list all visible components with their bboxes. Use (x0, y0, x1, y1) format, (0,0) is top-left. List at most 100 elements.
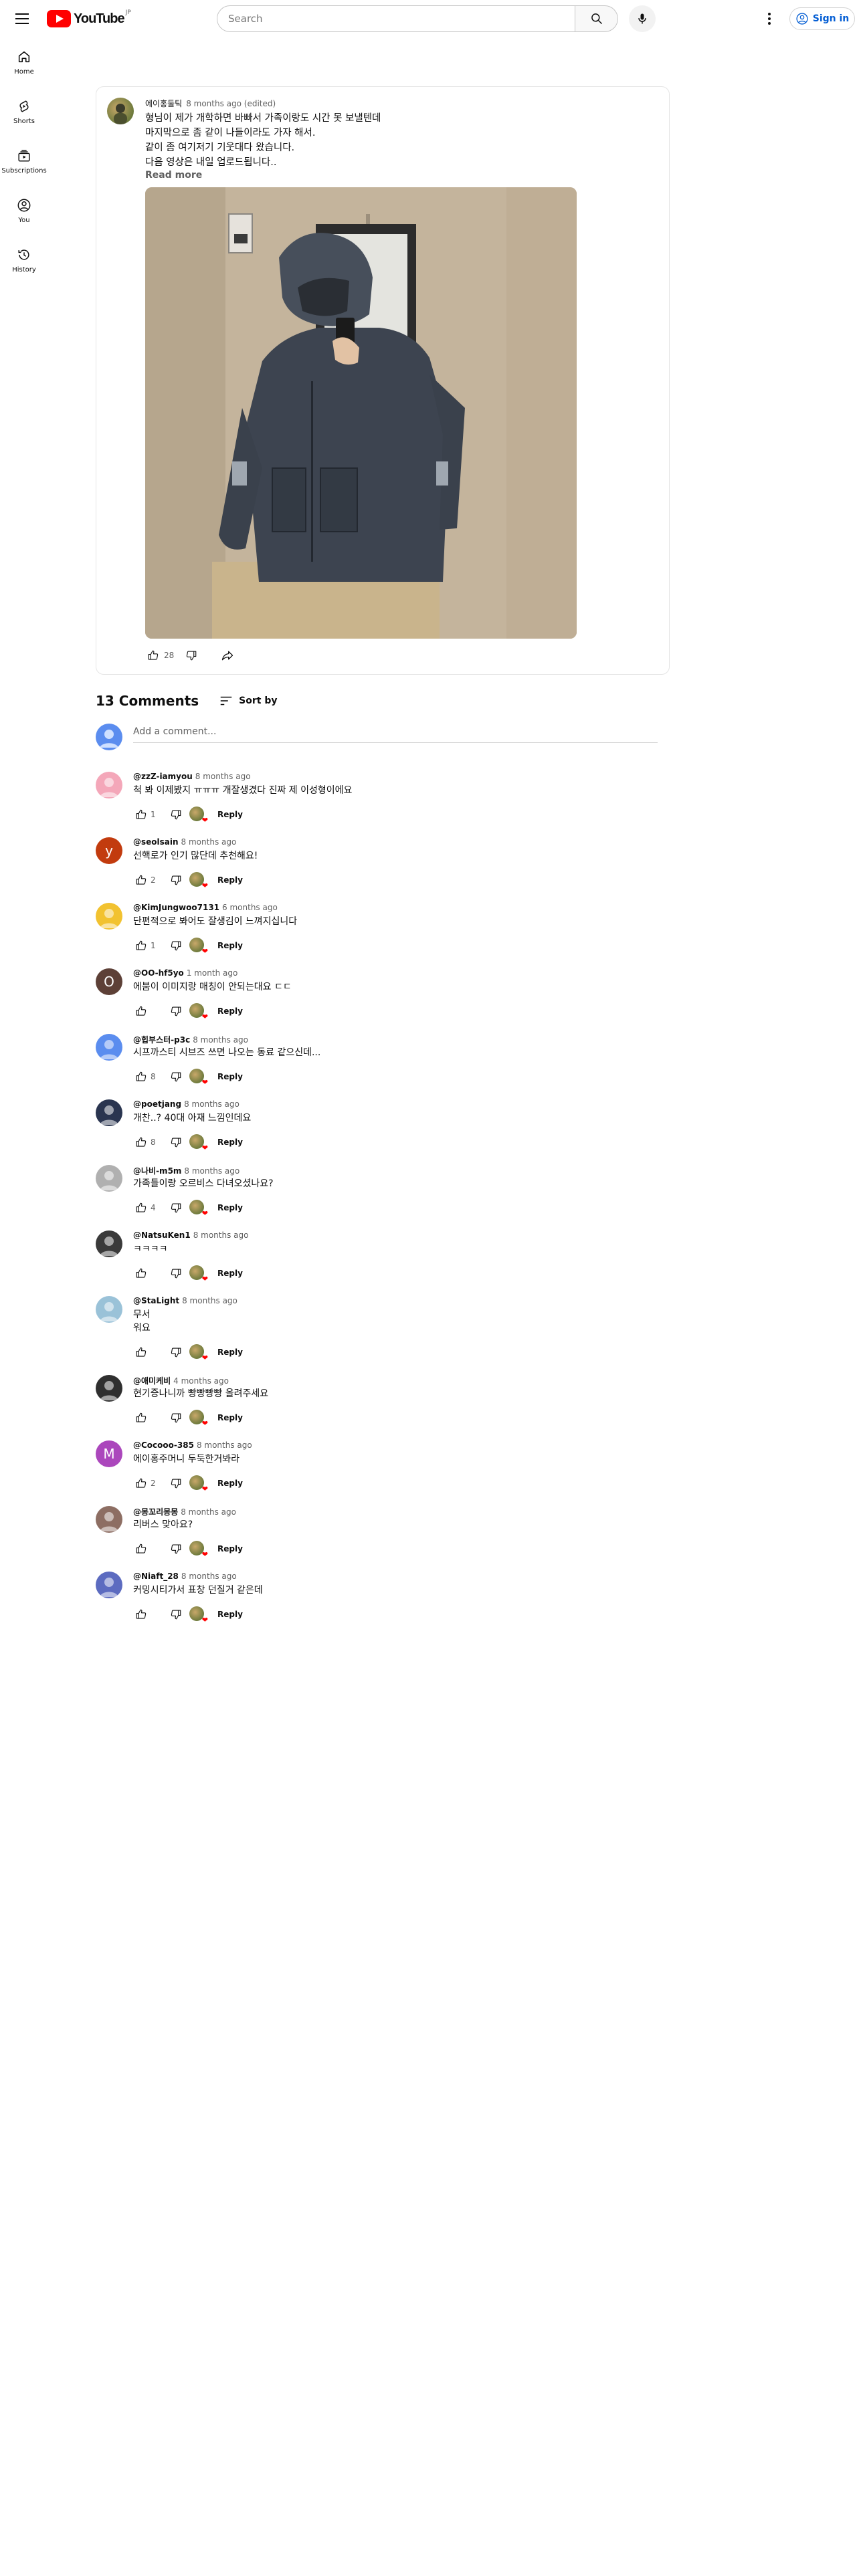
sort-by-button[interactable]: Sort by (219, 693, 278, 708)
comment-author[interactable]: @seolsain (133, 837, 179, 847)
comment-dislike-button[interactable] (168, 1134, 184, 1150)
comment-author[interactable]: @zzZ-iamyou (133, 772, 193, 781)
sidebar-item-history[interactable]: History (0, 235, 48, 285)
reply-button[interactable]: Reply (217, 1544, 243, 1553)
comment-avatar[interactable] (96, 1165, 122, 1192)
reply-button[interactable]: Reply (217, 1413, 243, 1422)
reply-button[interactable]: Reply (217, 1479, 243, 1488)
share-button[interactable] (219, 647, 235, 663)
comment-author[interactable]: @Niaft_28 (133, 1572, 179, 1581)
reply-button[interactable]: Reply (217, 1138, 243, 1147)
comment-like-button[interactable] (133, 872, 149, 888)
comment-author[interactable]: @힙부스터-p3c (133, 1035, 190, 1045)
reply-button[interactable]: Reply (217, 1072, 243, 1081)
sidebar-item-shorts[interactable]: Shorts (0, 87, 48, 136)
comment-like-button[interactable] (133, 1475, 149, 1491)
comment-time[interactable]: 8 months ago (195, 772, 251, 781)
comment-time[interactable]: 1 month ago (187, 968, 238, 978)
channel-avatar[interactable] (107, 98, 134, 124)
comment-like-button[interactable] (133, 1344, 149, 1360)
comment-dislike-button[interactable] (168, 1475, 184, 1491)
search-input[interactable]: Search (217, 5, 575, 32)
add-comment-input[interactable]: Add a comment... (133, 726, 658, 743)
comment-dislike-button[interactable] (168, 1410, 184, 1426)
post-time[interactable]: 8 months ago (edited) (186, 99, 276, 108)
comment-dislike-button[interactable] (168, 938, 184, 954)
comment-avatar[interactable] (96, 1099, 122, 1126)
comment-time[interactable]: 8 months ago (193, 1230, 249, 1240)
voice-search-button[interactable] (629, 5, 656, 32)
comment-dislike-button[interactable] (168, 1606, 184, 1622)
comment-dislike-button[interactable] (168, 1200, 184, 1216)
settings-more-icon[interactable] (760, 9, 779, 28)
menu-icon[interactable] (13, 10, 31, 27)
sign-in-button[interactable]: Sign in (789, 7, 855, 30)
comment-like-button[interactable] (133, 1134, 149, 1150)
post-author[interactable]: 에이홍둘틱 (145, 99, 182, 108)
sidebar-item-home[interactable]: Home (0, 37, 48, 87)
comment-time[interactable]: 8 months ago (184, 1166, 240, 1176)
comment-author[interactable]: @KimJungwoo7131 (133, 903, 219, 912)
comment-avatar[interactable] (96, 1572, 122, 1598)
comment-author[interactable]: @NatsuKen1 (133, 1230, 191, 1240)
reply-button[interactable]: Reply (217, 1348, 243, 1357)
comment-like-button[interactable] (133, 1606, 149, 1622)
comment-avatar[interactable]: y (96, 837, 122, 864)
dislike-button[interactable] (183, 647, 199, 663)
post-image[interactable] (145, 187, 577, 639)
comment-like-button[interactable] (133, 1410, 149, 1426)
comment-dislike-button[interactable] (168, 872, 184, 888)
reply-button[interactable]: Reply (217, 1610, 243, 1619)
comment-dislike-button[interactable] (168, 807, 184, 823)
comment-like-button[interactable] (133, 1265, 149, 1281)
comment-avatar[interactable] (96, 1230, 122, 1257)
comment-dislike-button[interactable] (168, 1069, 184, 1085)
comment-like-button[interactable] (133, 1200, 149, 1216)
like-button[interactable] (145, 647, 161, 663)
read-more-link[interactable]: Read more (145, 170, 202, 181)
comment-time[interactable]: 8 months ago (193, 1035, 248, 1045)
comment-like-button[interactable] (133, 1541, 149, 1557)
comment-avatar[interactable] (96, 1375, 122, 1402)
comment-avatar[interactable]: M (96, 1440, 122, 1467)
comment-dislike-button[interactable] (168, 1003, 184, 1019)
comment-like-button[interactable] (133, 938, 149, 954)
comment-dislike-button[interactable] (168, 1265, 184, 1281)
sidebar-item-you[interactable]: You (0, 186, 48, 235)
comment-avatar[interactable] (96, 772, 122, 798)
comment-author[interactable]: @몽꼬리몽몽 (133, 1507, 178, 1517)
sidebar-item-subscriptions[interactable]: Subscriptions (0, 136, 48, 186)
reply-button[interactable]: Reply (217, 1203, 243, 1212)
comment-time[interactable]: 8 months ago (197, 1440, 252, 1450)
search-button[interactable] (575, 5, 618, 32)
comment-author[interactable]: @나비-m5m (133, 1166, 181, 1176)
comment-time[interactable]: 8 months ago (181, 1572, 237, 1581)
comment-author[interactable]: @OO-hf5yo (133, 968, 184, 978)
comment-avatar[interactable]: O (96, 968, 122, 995)
reply-button[interactable]: Reply (217, 941, 243, 950)
comment-avatar[interactable] (96, 1506, 122, 1533)
comment-author[interactable]: @StaLight (133, 1296, 179, 1305)
comment-author[interactable]: @Cocooo-385 (133, 1440, 194, 1450)
comment-dislike-button[interactable] (168, 1344, 184, 1360)
comment-time[interactable]: 4 months ago (173, 1376, 229, 1386)
reply-button[interactable]: Reply (217, 1269, 243, 1278)
comment-like-button[interactable] (133, 1069, 149, 1085)
comment-author[interactable]: @poetjang (133, 1099, 181, 1109)
comment-time[interactable]: 8 months ago (184, 1099, 240, 1109)
comment-time[interactable]: 8 months ago (181, 1507, 236, 1517)
reply-button[interactable]: Reply (217, 1006, 243, 1016)
comment-avatar[interactable] (96, 1034, 122, 1061)
comment-avatar[interactable] (96, 903, 122, 930)
reply-button[interactable]: Reply (217, 875, 243, 885)
comment-like-button[interactable] (133, 1003, 149, 1019)
comment-like-button[interactable] (133, 807, 149, 823)
comment-time[interactable]: 6 months ago (222, 903, 278, 912)
comment-avatar[interactable] (96, 1296, 122, 1323)
comment-time[interactable]: 8 months ago (181, 837, 237, 847)
youtube-logo[interactable]: YouTube JP (47, 9, 131, 27)
comment-dislike-button[interactable] (168, 1541, 184, 1557)
comment-author[interactable]: @애미케비 (133, 1376, 171, 1386)
comment-time[interactable]: 8 months ago (182, 1296, 237, 1305)
reply-button[interactable]: Reply (217, 810, 243, 819)
